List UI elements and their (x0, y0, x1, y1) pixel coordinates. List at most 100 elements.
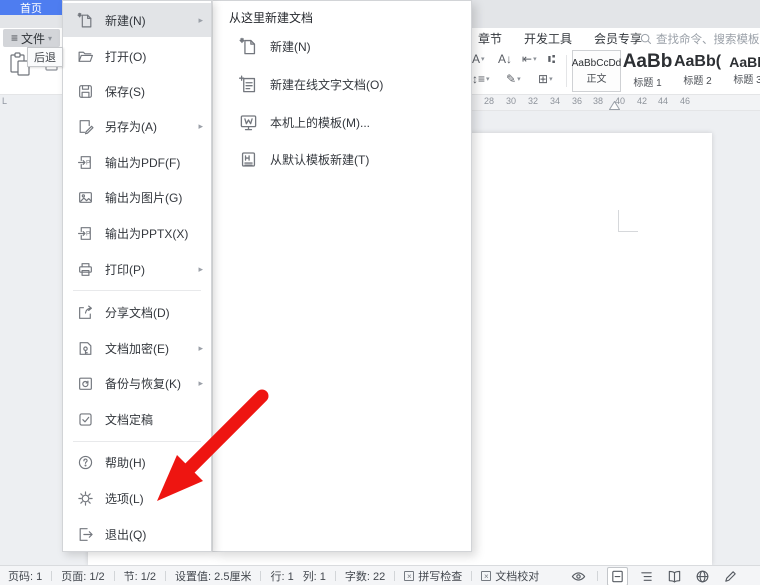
indent-marker[interactable] (609, 101, 620, 110)
export-pdf-icon: P (77, 154, 94, 171)
style-heading-1[interactable]: AaBb 标题 1 (624, 50, 671, 90)
page-status[interactable]: 页面: 1/2 (61, 568, 104, 584)
proofread-label: 文档校对 (495, 568, 539, 584)
style-sample: AaBb( (674, 53, 721, 71)
web-view-button[interactable] (693, 568, 712, 585)
line-status: 行: 1 (270, 568, 293, 584)
ruler-number: 44 (653, 96, 673, 106)
submenu-item-new-online-doc[interactable]: 新建在线文字文档(O) (213, 67, 471, 101)
wrap-button[interactable]: ⇤▾ (522, 52, 537, 66)
char-scale-button[interactable]: A↓ (498, 52, 512, 66)
margin-corner-mark (618, 210, 619, 231)
style-gallery: AaBbCcDd 正文 AaBb 标题 1 AaBb( 标题 2 AaBb 标题… (572, 50, 760, 91)
menu-item-open[interactable]: 打开(O) (63, 39, 211, 73)
menu-item-export-pdf[interactable]: P 输出为PDF(F) (63, 145, 211, 179)
submenu-item-new[interactable]: 新建(N) (213, 29, 471, 63)
default-template-icon (239, 150, 258, 169)
status-separator (51, 571, 52, 581)
menu-item-help[interactable]: 帮助(H) (63, 445, 211, 479)
column-status: 列: 1 (303, 568, 326, 584)
new-document-icon (77, 12, 94, 29)
menu-item-export-pptx[interactable]: P 输出为PPTX(X) (63, 216, 211, 250)
ruler-number: 32 (523, 96, 543, 106)
hamburger-icon: ≡ (11, 31, 18, 45)
style-sample: AaBbCcDd (572, 58, 621, 69)
ruler-number: 36 (567, 96, 587, 106)
menu-item-exit[interactable]: 退出(Q) (63, 517, 211, 551)
submenu-item-default-template[interactable]: 从默认模板新建(T) (213, 142, 471, 176)
status-separator (394, 571, 395, 581)
outline-view-button[interactable] (637, 568, 656, 585)
paragraph-tools: A▾ A↓ ⇤▾ ⑆ ↕≡▾ ✎▾ ⊞▾ (472, 50, 564, 92)
eye-protection-button[interactable] (569, 568, 588, 585)
status-separator (260, 571, 261, 581)
menu-item-label: 文档加密(E) (105, 340, 169, 357)
globe-icon (695, 569, 710, 584)
new-document-icon (239, 37, 258, 56)
menu-item-share[interactable]: 分享文档(D) (63, 295, 211, 329)
menu-item-label: 打印(P) (105, 261, 145, 278)
menu-item-new[interactable]: 新建(N) ▸ (63, 3, 211, 37)
style-label: 标题 1 (633, 74, 661, 89)
status-separator (597, 571, 598, 581)
tab-member[interactable]: 会员专享 (594, 30, 642, 47)
finalize-document-icon (77, 411, 94, 428)
spell-check-toggle[interactable]: × 拼写检查 (404, 568, 462, 584)
word-count-status[interactable]: 字数: 22 (345, 568, 385, 584)
menu-item-label: 另存为(A) (105, 118, 157, 135)
style-heading-3[interactable]: AaBb 标题 3 (724, 50, 760, 90)
menu-item-options[interactable]: 选项(L) (63, 481, 211, 515)
tab-dev-tools[interactable]: 开发工具 (524, 30, 572, 47)
page-view-button[interactable] (607, 567, 628, 585)
tab-stop-selector[interactable]: L (2, 96, 7, 106)
file-menu-panel: 新建(N) ▸ 打开(O) 保存(S) 另存为(A) ▸ P 输出为PDF(F)… (62, 0, 212, 552)
status-bar: 页码: 1 页面: 1/2 节: 1/2 设置值: 2.5厘米 行: 1 列: … (0, 565, 760, 585)
proofread-off-icon: × (481, 571, 491, 581)
menu-item-label: 选项(L) (105, 490, 144, 507)
ruler-number: 34 (545, 96, 565, 106)
page-view-icon (610, 569, 625, 584)
submenu-item-label: 新建在线文字文档(O) (270, 76, 383, 93)
local-template-icon (239, 113, 258, 132)
file-menu-button[interactable]: ≡ 文件 ▾ (3, 29, 60, 47)
tab-section[interactable]: 章节 (478, 30, 502, 47)
menu-item-save-as[interactable]: 另存为(A) ▸ (63, 109, 211, 143)
menu-item-finalize[interactable]: 文档定稿 (63, 402, 211, 436)
pen-icon (723, 569, 738, 584)
proofread-toggle[interactable]: × 文档校对 (481, 568, 539, 584)
menu-item-label: 打开(O) (105, 48, 146, 65)
section-status[interactable]: 节: 1/2 (124, 568, 156, 584)
setting-value-status[interactable]: 设置值: 2.5厘米 (175, 568, 251, 584)
text-direction-button[interactable]: A▾ (472, 52, 485, 66)
command-search[interactable]: 查找命令、搜索模板 (640, 28, 760, 49)
submenu-item-local-templates[interactable]: 本机上的模板(M)... (213, 105, 471, 139)
home-tab[interactable]: 首页 (0, 0, 62, 15)
margin-corner-mark (618, 231, 638, 232)
eye-icon (571, 569, 586, 584)
line-spacing-button[interactable]: ↕≡▾ (472, 72, 490, 86)
gear-icon (77, 490, 94, 507)
menu-item-label: 输出为PDF(F) (105, 154, 180, 171)
menu-item-export-image[interactable]: 输出为图片(G) (63, 180, 211, 214)
menu-item-backup[interactable]: 备份与恢复(K) ▸ (63, 366, 211, 400)
borders-button[interactable]: ⊞▾ (538, 72, 553, 86)
submenu-item-label: 从默认模板新建(T) (270, 151, 369, 168)
style-sample: AaBb (623, 51, 673, 73)
status-separator (165, 571, 166, 581)
submenu-item-label: 本机上的模板(M)... (270, 114, 370, 131)
ruler-number: 28 (479, 96, 499, 106)
menu-item-print[interactable]: 打印(P) ▸ (63, 252, 211, 286)
toolbar-separator (566, 55, 567, 87)
read-view-button[interactable] (665, 568, 684, 585)
chevron-right-icon: ▸ (198, 378, 203, 389)
page-number-status[interactable]: 页码: 1 (8, 568, 42, 584)
style-heading-2[interactable]: AaBb( 标题 2 (674, 50, 721, 90)
menu-item-save[interactable]: 保存(S) (63, 74, 211, 108)
style-normal[interactable]: AaBbCcDd 正文 (572, 50, 621, 92)
ruler-number: 30 (501, 96, 521, 106)
status-separator (471, 571, 472, 581)
highlight-button[interactable]: ✎▾ (506, 72, 521, 86)
char-spacing-button[interactable]: ⑆ (548, 52, 555, 66)
edit-mode-button[interactable] (721, 568, 740, 585)
menu-item-encrypt[interactable]: 文档加密(E) ▸ (63, 331, 211, 365)
